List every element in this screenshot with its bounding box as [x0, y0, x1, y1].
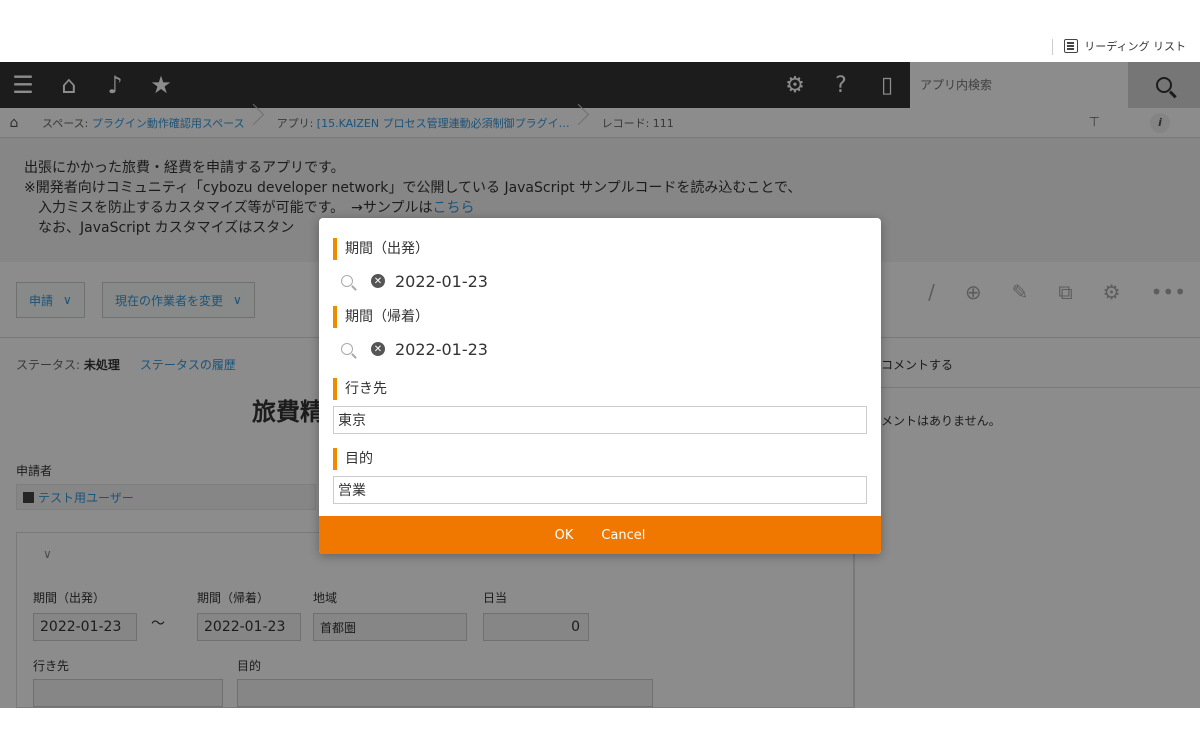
dialog-depart-value[interactable]: 2022-01-23	[395, 272, 488, 291]
browser-toolbar: リーディング リスト	[0, 0, 1200, 62]
dialog-destination-input[interactable]	[333, 406, 867, 434]
ok-button[interactable]: OK	[555, 528, 574, 543]
reading-list-label: リーディング リスト	[1084, 40, 1186, 53]
dialog-purpose-input[interactable]	[333, 476, 867, 504]
edit-dialog: 期間（出発） ✕ 2022-01-23 期間（帰着） ✕ 2022-01-23 …	[319, 218, 881, 554]
dialog-depart-field: 期間（出発） ✕ 2022-01-23	[333, 238, 867, 292]
clear-icon[interactable]: ✕	[371, 274, 385, 288]
dialog-purpose-label: 目的	[333, 448, 867, 470]
dialog-return-value[interactable]: 2022-01-23	[395, 340, 488, 359]
dialog-purpose-field: 目的	[333, 448, 867, 504]
dialog-footer: OK Cancel	[319, 516, 881, 554]
dialog-return-label: 期間（帰着）	[333, 306, 867, 328]
dialog-depart-label: 期間（出発）	[333, 238, 867, 260]
bottom-margin	[0, 708, 1200, 742]
reading-list-button[interactable]: リーディング リスト	[1052, 38, 1186, 55]
dialog-return-field: 期間（帰着） ✕ 2022-01-23	[333, 306, 867, 360]
search-icon[interactable]	[341, 343, 353, 355]
dialog-destination-field: 行き先	[333, 378, 867, 434]
reading-list-icon	[1064, 39, 1079, 53]
clear-icon[interactable]: ✕	[371, 342, 385, 356]
cancel-button[interactable]: Cancel	[601, 528, 645, 543]
search-icon[interactable]	[341, 275, 353, 287]
dialog-destination-label: 行き先	[333, 378, 867, 400]
